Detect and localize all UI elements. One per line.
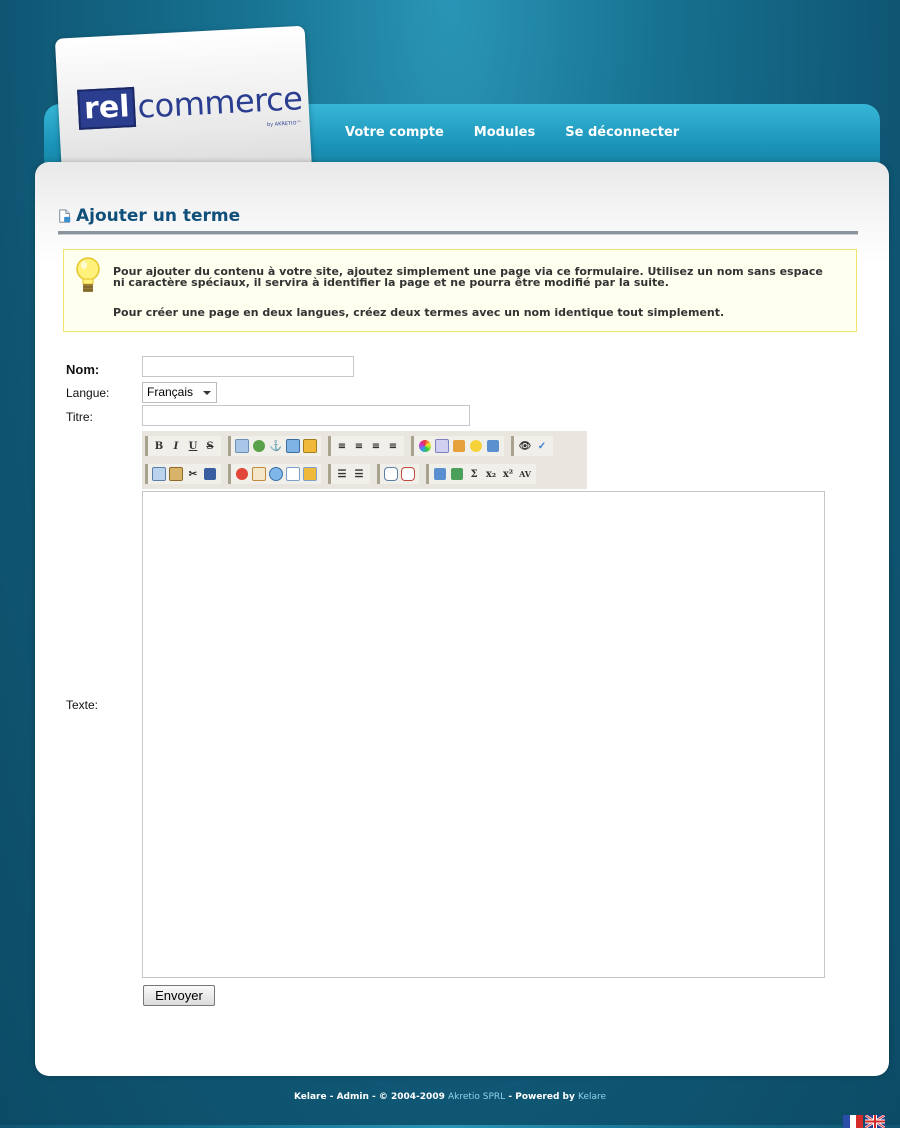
texte-label: Texte:	[66, 698, 99, 712]
calendar-icon[interactable]	[285, 466, 301, 482]
translate-back-icon[interactable]	[449, 466, 465, 482]
image-icon[interactable]	[285, 438, 301, 454]
sum-button[interactable]: Σ	[466, 466, 482, 482]
comment-delete-icon[interactable]	[400, 466, 416, 482]
align-center-icon[interactable]: ≡	[351, 438, 367, 454]
main-nav: Votre compte Modules Se déconnecter	[345, 125, 679, 140]
flag-fr-icon[interactable]	[843, 1115, 863, 1128]
clipboard-group: ✂	[145, 464, 221, 484]
nav-votre-compte[interactable]: Votre compte	[345, 125, 444, 140]
bullet-list-icon[interactable]: ☰	[334, 466, 350, 482]
footer-sep-2: -	[505, 1092, 516, 1102]
format-group: B I U S	[145, 436, 221, 456]
footer-powered: Powered by	[515, 1092, 578, 1102]
langue-label: Langue:	[66, 386, 110, 400]
nav-se-deconnecter[interactable]: Se déconnecter	[565, 125, 679, 140]
envoyer-button[interactable]: Envoyer	[143, 985, 215, 1006]
select-all-icon[interactable]	[202, 466, 218, 482]
template-icon[interactable]	[302, 466, 318, 482]
logo-commerce: commerce	[136, 79, 304, 126]
table-icon[interactable]	[451, 438, 467, 454]
preview-group: 👁 ✓	[511, 436, 553, 456]
nom-label: Nom:	[66, 362, 100, 377]
preview-eye-icon[interactable]: 👁	[517, 438, 533, 454]
editor-toolbar: B I U S ⚓ ≡ ≡ ≡ ≡ 👁 ✓ ✂ ☰ ☰ Σ x₂ x² AV	[142, 431, 587, 489]
page-title-row: Ajouter un terme	[58, 206, 240, 226]
strikethrough-button[interactable]: S	[202, 438, 218, 454]
language-flags	[843, 1115, 885, 1128]
insert-table-icon[interactable]	[485, 438, 501, 454]
cut-icon[interactable]: ✂	[185, 466, 201, 482]
stop-icon[interactable]	[234, 466, 250, 482]
align-right-icon[interactable]: ≡	[368, 438, 384, 454]
superscript-button[interactable]: x²	[500, 466, 516, 482]
footer-admin: Kelare - Admin	[293, 1092, 369, 1102]
nom-input[interactable]	[142, 356, 354, 377]
footer-sep-1: -	[368, 1092, 379, 1102]
list-group: ☰ ☰	[328, 464, 370, 484]
footer-kelare-link[interactable]: Kelare	[578, 1092, 606, 1102]
text-editor[interactable]	[142, 491, 825, 978]
copy-icon[interactable]	[151, 466, 167, 482]
page-add-icon	[59, 209, 71, 223]
anchor-icon[interactable]: ⚓	[268, 438, 284, 454]
form-icon[interactable]	[251, 466, 267, 482]
media-icon[interactable]	[302, 438, 318, 454]
italic-button[interactable]: I	[168, 438, 184, 454]
flag-en-icon[interactable]	[865, 1115, 885, 1128]
comment-icon[interactable]	[383, 466, 399, 482]
info-text-2: Pour créer une page en deux langues, cré…	[113, 306, 725, 319]
langue-selected: Français	[147, 385, 194, 399]
insert-group: ⚓	[228, 436, 321, 456]
footer-copyright: © 2004-2009	[378, 1092, 448, 1102]
chevron-down-icon	[203, 391, 211, 395]
color-picker-icon[interactable]	[417, 438, 433, 454]
bold-button[interactable]: B	[151, 438, 167, 454]
translate-icon[interactable]	[432, 466, 448, 482]
math-group: Σ x₂ x² AV	[426, 464, 536, 484]
subscript-button[interactable]: x₂	[483, 466, 499, 482]
spellcheck-icon[interactable]: ✓	[534, 438, 550, 454]
misc-group	[228, 464, 321, 484]
clock-icon[interactable]	[268, 466, 284, 482]
underline-button[interactable]: U	[185, 438, 201, 454]
footer-akretio-link[interactable]: Akretio SPRL	[448, 1092, 505, 1102]
flash-icon[interactable]	[434, 438, 450, 454]
page-title: Ajouter un terme	[76, 206, 241, 226]
lightbulb-icon	[76, 257, 100, 292]
nav-modules[interactable]: Modules	[474, 125, 535, 140]
langue-select[interactable]: Français	[142, 382, 217, 403]
align-group: ≡ ≡ ≡ ≡	[328, 436, 404, 456]
info-box: Pour ajouter du contenu à votre site, aj…	[63, 249, 857, 332]
web-link-icon[interactable]	[251, 438, 267, 454]
titre-label: Titre:	[66, 410, 93, 424]
title-divider	[58, 231, 858, 235]
footer: Kelare - Admin - © 2004-2009 Akretio SPR…	[0, 1092, 900, 1102]
align-left-icon[interactable]: ≡	[334, 438, 350, 454]
align-justify-icon[interactable]: ≡	[385, 438, 401, 454]
info-text-1: Pour ajouter du contenu à votre site, aj…	[113, 265, 823, 289]
comment-group	[377, 464, 419, 484]
titre-input[interactable]	[142, 405, 470, 426]
smiley-icon[interactable]	[468, 438, 484, 454]
numbered-list-icon[interactable]: ☰	[351, 466, 367, 482]
color-group	[411, 436, 504, 456]
email-link-icon[interactable]	[234, 438, 250, 454]
char-spacing-button[interactable]: AV	[517, 466, 533, 482]
logo-rel: rel	[77, 86, 137, 130]
paste-icon[interactable]	[168, 466, 184, 482]
